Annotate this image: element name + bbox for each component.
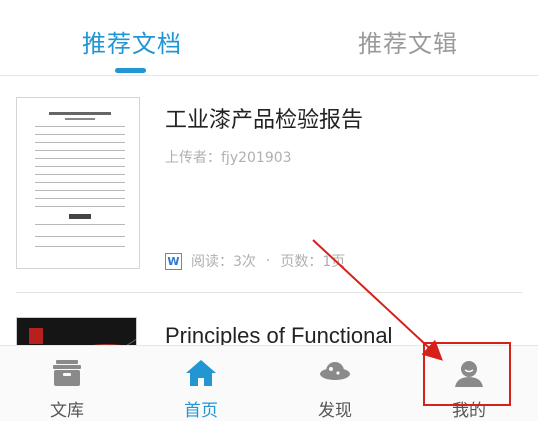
page-count: 页数：1页 bbox=[280, 254, 346, 270]
thumbnail-subheader-line bbox=[65, 118, 95, 120]
nav-item-home[interactable]: 首页 bbox=[134, 346, 268, 421]
thumbnail-rule bbox=[35, 166, 125, 167]
thumbnail-verdict-mark bbox=[69, 214, 91, 219]
nav-item-library[interactable]: 文库 bbox=[0, 346, 134, 421]
nav-label-library: 文库 bbox=[50, 401, 84, 421]
tab-recommended-docs[interactable]: 推荐文档 bbox=[82, 24, 182, 59]
thumbnail-rule bbox=[35, 158, 125, 159]
home-icon bbox=[186, 360, 216, 386]
library-icon bbox=[53, 360, 81, 386]
thumbnail-lines bbox=[92, 338, 136, 345]
thumbnail-rule bbox=[35, 246, 125, 247]
active-tab-indicator bbox=[115, 68, 146, 73]
document-list: 工业漆产品检验报告 上传者：fjy201903 W 阅读：3次 · 页数：1页 … bbox=[0, 77, 538, 345]
thumbnail-rule bbox=[35, 150, 125, 151]
annotation-highlight-box bbox=[423, 342, 511, 406]
document-uploader: 上传者：fjy201903 bbox=[165, 150, 292, 166]
thumbnail-header-line bbox=[49, 112, 111, 115]
document-thumbnail[interactable] bbox=[16, 97, 140, 269]
discover-icon bbox=[320, 362, 350, 380]
thumbnail-rule bbox=[35, 182, 125, 183]
thumbnail-rule bbox=[35, 206, 125, 207]
document-title[interactable]: Principles of Functional bbox=[165, 323, 392, 345]
document-meta: W 阅读：3次 · 页数：1页 bbox=[165, 251, 345, 271]
list-item[interactable]: Principles of Functional bbox=[0, 293, 538, 345]
read-count: 阅读：3次 bbox=[191, 254, 256, 270]
thumbnail-rule bbox=[35, 198, 125, 199]
document-thumbnail[interactable] bbox=[16, 317, 137, 345]
thumbnail-rule bbox=[35, 190, 125, 191]
top-tab-bar: 推荐文档 推荐文辑 bbox=[0, 0, 538, 76]
nav-item-discover[interactable]: 发现 bbox=[268, 346, 402, 421]
nav-label-home: 首页 bbox=[184, 401, 218, 421]
thumbnail-rule bbox=[35, 236, 125, 237]
nav-label-discover: 发现 bbox=[318, 401, 352, 421]
app-screen: 推荐文档 推荐文辑 工业漆产品检验报告 上传者：fjy201903 W 阅读：3… bbox=[0, 0, 538, 421]
thumbnail-rule bbox=[35, 134, 125, 135]
thumbnail-rule bbox=[35, 126, 125, 127]
tab-recommended-collections[interactable]: 推荐文辑 bbox=[358, 24, 458, 59]
thumbnail-rule bbox=[35, 142, 125, 143]
document-title[interactable]: 工业漆产品检验报告 bbox=[165, 102, 363, 134]
word-file-icon: W bbox=[165, 252, 182, 270]
thumbnail-page-preview bbox=[35, 112, 125, 252]
list-item[interactable]: 工业漆产品检验报告 上传者：fjy201903 W 阅读：3次 · 页数：1页 bbox=[0, 77, 538, 293]
meta-separator: · bbox=[265, 253, 271, 269]
thumbnail-rule bbox=[35, 224, 125, 225]
thumbnail-rule bbox=[35, 174, 125, 175]
